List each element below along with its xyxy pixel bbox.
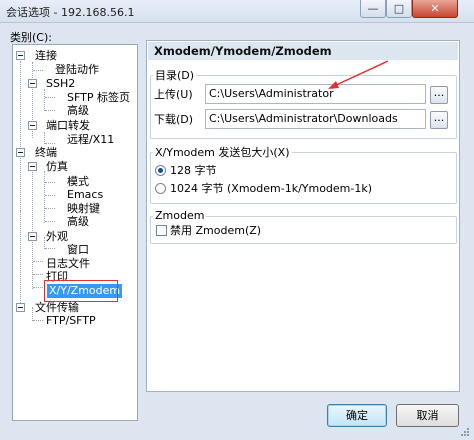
minimize-button[interactable]: — <box>360 0 386 18</box>
tree-guide <box>44 89 45 111</box>
collapse-icon[interactable] <box>16 148 25 157</box>
ok-button[interactable]: 确定 <box>327 404 387 427</box>
maximize-icon: □ <box>393 2 405 15</box>
tree-item-appearance[interactable]: 外观 <box>46 230 68 244</box>
maximize-button[interactable]: □ <box>386 0 412 18</box>
upload-browse-button[interactable]: ... <box>430 86 448 104</box>
radio-1024-bytes[interactable] <box>155 183 166 194</box>
collapse-icon[interactable] <box>28 232 37 241</box>
tree-item-window[interactable]: 窗口 <box>67 243 89 257</box>
radio-128-bytes[interactable] <box>155 165 166 176</box>
tree-item-emulation[interactable]: 仿真 <box>46 160 68 174</box>
tree-guide <box>33 70 43 71</box>
upload-path-field[interactable]: C:\Users\Administrator <box>205 84 426 104</box>
radio-128-label: 128 字节 <box>170 164 217 177</box>
window-title: 会话选项 - 192.168.56.1 <box>6 6 135 19</box>
annotation-arrow <box>328 60 389 89</box>
download-browse-button[interactable]: ... <box>430 111 448 129</box>
tree-guide <box>44 171 45 223</box>
title-bar: 会话选项 - 192.168.56.1 — □ ✕ <box>0 0 474 23</box>
tree-guide <box>33 320 43 321</box>
upload-label: 上传(U) <box>154 88 193 101</box>
category-label: 类别(C): <box>10 31 52 44</box>
tree-guide <box>32 165 33 289</box>
tree-item-ftp-sftp[interactable]: FTP/SFTP <box>46 314 96 328</box>
category-tree[interactable]: 连接 登陆动作 SSH2 SFTP 标签页 高级 端口转发 远程/X11 终端 … <box>12 44 138 421</box>
cancel-button[interactable]: 取消 <box>396 404 459 427</box>
tree-item-modes[interactable]: 模式 <box>67 175 89 189</box>
zmodem-group-title: Zmodem <box>153 209 207 222</box>
tree-guide <box>33 274 43 275</box>
collapse-icon[interactable] <box>16 303 25 312</box>
minimize-icon: — <box>367 2 379 15</box>
tree-guide <box>45 195 55 196</box>
resize-grip-icon[interactable] <box>458 425 470 437</box>
collapse-icon[interactable] <box>28 121 37 130</box>
tree-guide <box>45 110 55 111</box>
tree-guide <box>45 248 55 249</box>
tree-item-sftp-tab[interactable]: SFTP 标签页 <box>67 91 130 105</box>
tree-item-mapped-keys[interactable]: 映射键 <box>67 202 100 216</box>
tree-guide <box>45 97 55 98</box>
tree-item-connection[interactable]: 连接 <box>35 49 57 63</box>
tree-item-log-file[interactable]: 日志文件 <box>46 257 90 271</box>
panel-header: Xmodem/Ymodem/Zmodem <box>148 42 458 60</box>
tree-item-logon-actions[interactable]: 登陆动作 <box>55 63 99 77</box>
tree-item-file-transfer[interactable]: 文件传输 <box>35 301 79 315</box>
disable-zmodem-checkbox[interactable] <box>156 225 167 236</box>
tree-item-port-forwarding[interactable]: 端口转发 <box>46 119 90 133</box>
packet-size-group-title: X/Ymodem 发送包大小(X) <box>153 146 292 159</box>
tree-guide <box>20 61 21 211</box>
session-options-dialog: 会话选项 - 192.168.56.1 — □ ✕ 类别(C): 连接 登陆动作… <box>0 0 474 440</box>
tree-guide <box>32 307 33 321</box>
tree-item-terminal[interactable]: 终端 <box>35 146 57 160</box>
tree-item-emulation-advanced[interactable]: 高级 <box>67 215 89 229</box>
tree-item-emacs[interactable]: Emacs <box>67 188 103 202</box>
directory-group-title: 目录(D) <box>153 69 197 82</box>
tree-guide <box>33 287 43 288</box>
close-button[interactable]: ✕ <box>412 0 458 18</box>
tree-item-ssh2-advanced[interactable]: 高级 <box>67 104 89 118</box>
tree-item-ssh2[interactable]: SSH2 <box>46 77 75 91</box>
radio-1024-label: 1024 字节 (Xmodem-1k/Ymodem-1k) <box>170 182 373 195</box>
annotation-highlight-box <box>44 280 118 302</box>
download-label: 下载(D) <box>154 113 194 126</box>
tree-guide <box>33 261 43 262</box>
collapse-icon[interactable] <box>16 51 25 60</box>
packet-size-group <box>150 152 457 204</box>
tree-guide <box>45 208 55 209</box>
tree-guide <box>45 143 55 144</box>
tree-guide <box>45 182 55 183</box>
tree-guide <box>20 211 21 307</box>
disable-zmodem-label: 禁用 Zmodem(Z) <box>170 224 262 237</box>
collapse-icon[interactable] <box>28 79 37 88</box>
close-icon: ✕ <box>430 2 440 15</box>
tree-item-remote-x11[interactable]: 远程/X11 <box>67 133 114 147</box>
download-path-field[interactable]: C:\Users\Administrator\Downloads <box>205 109 426 129</box>
tree-guide <box>45 221 55 222</box>
collapse-icon[interactable] <box>28 162 37 171</box>
